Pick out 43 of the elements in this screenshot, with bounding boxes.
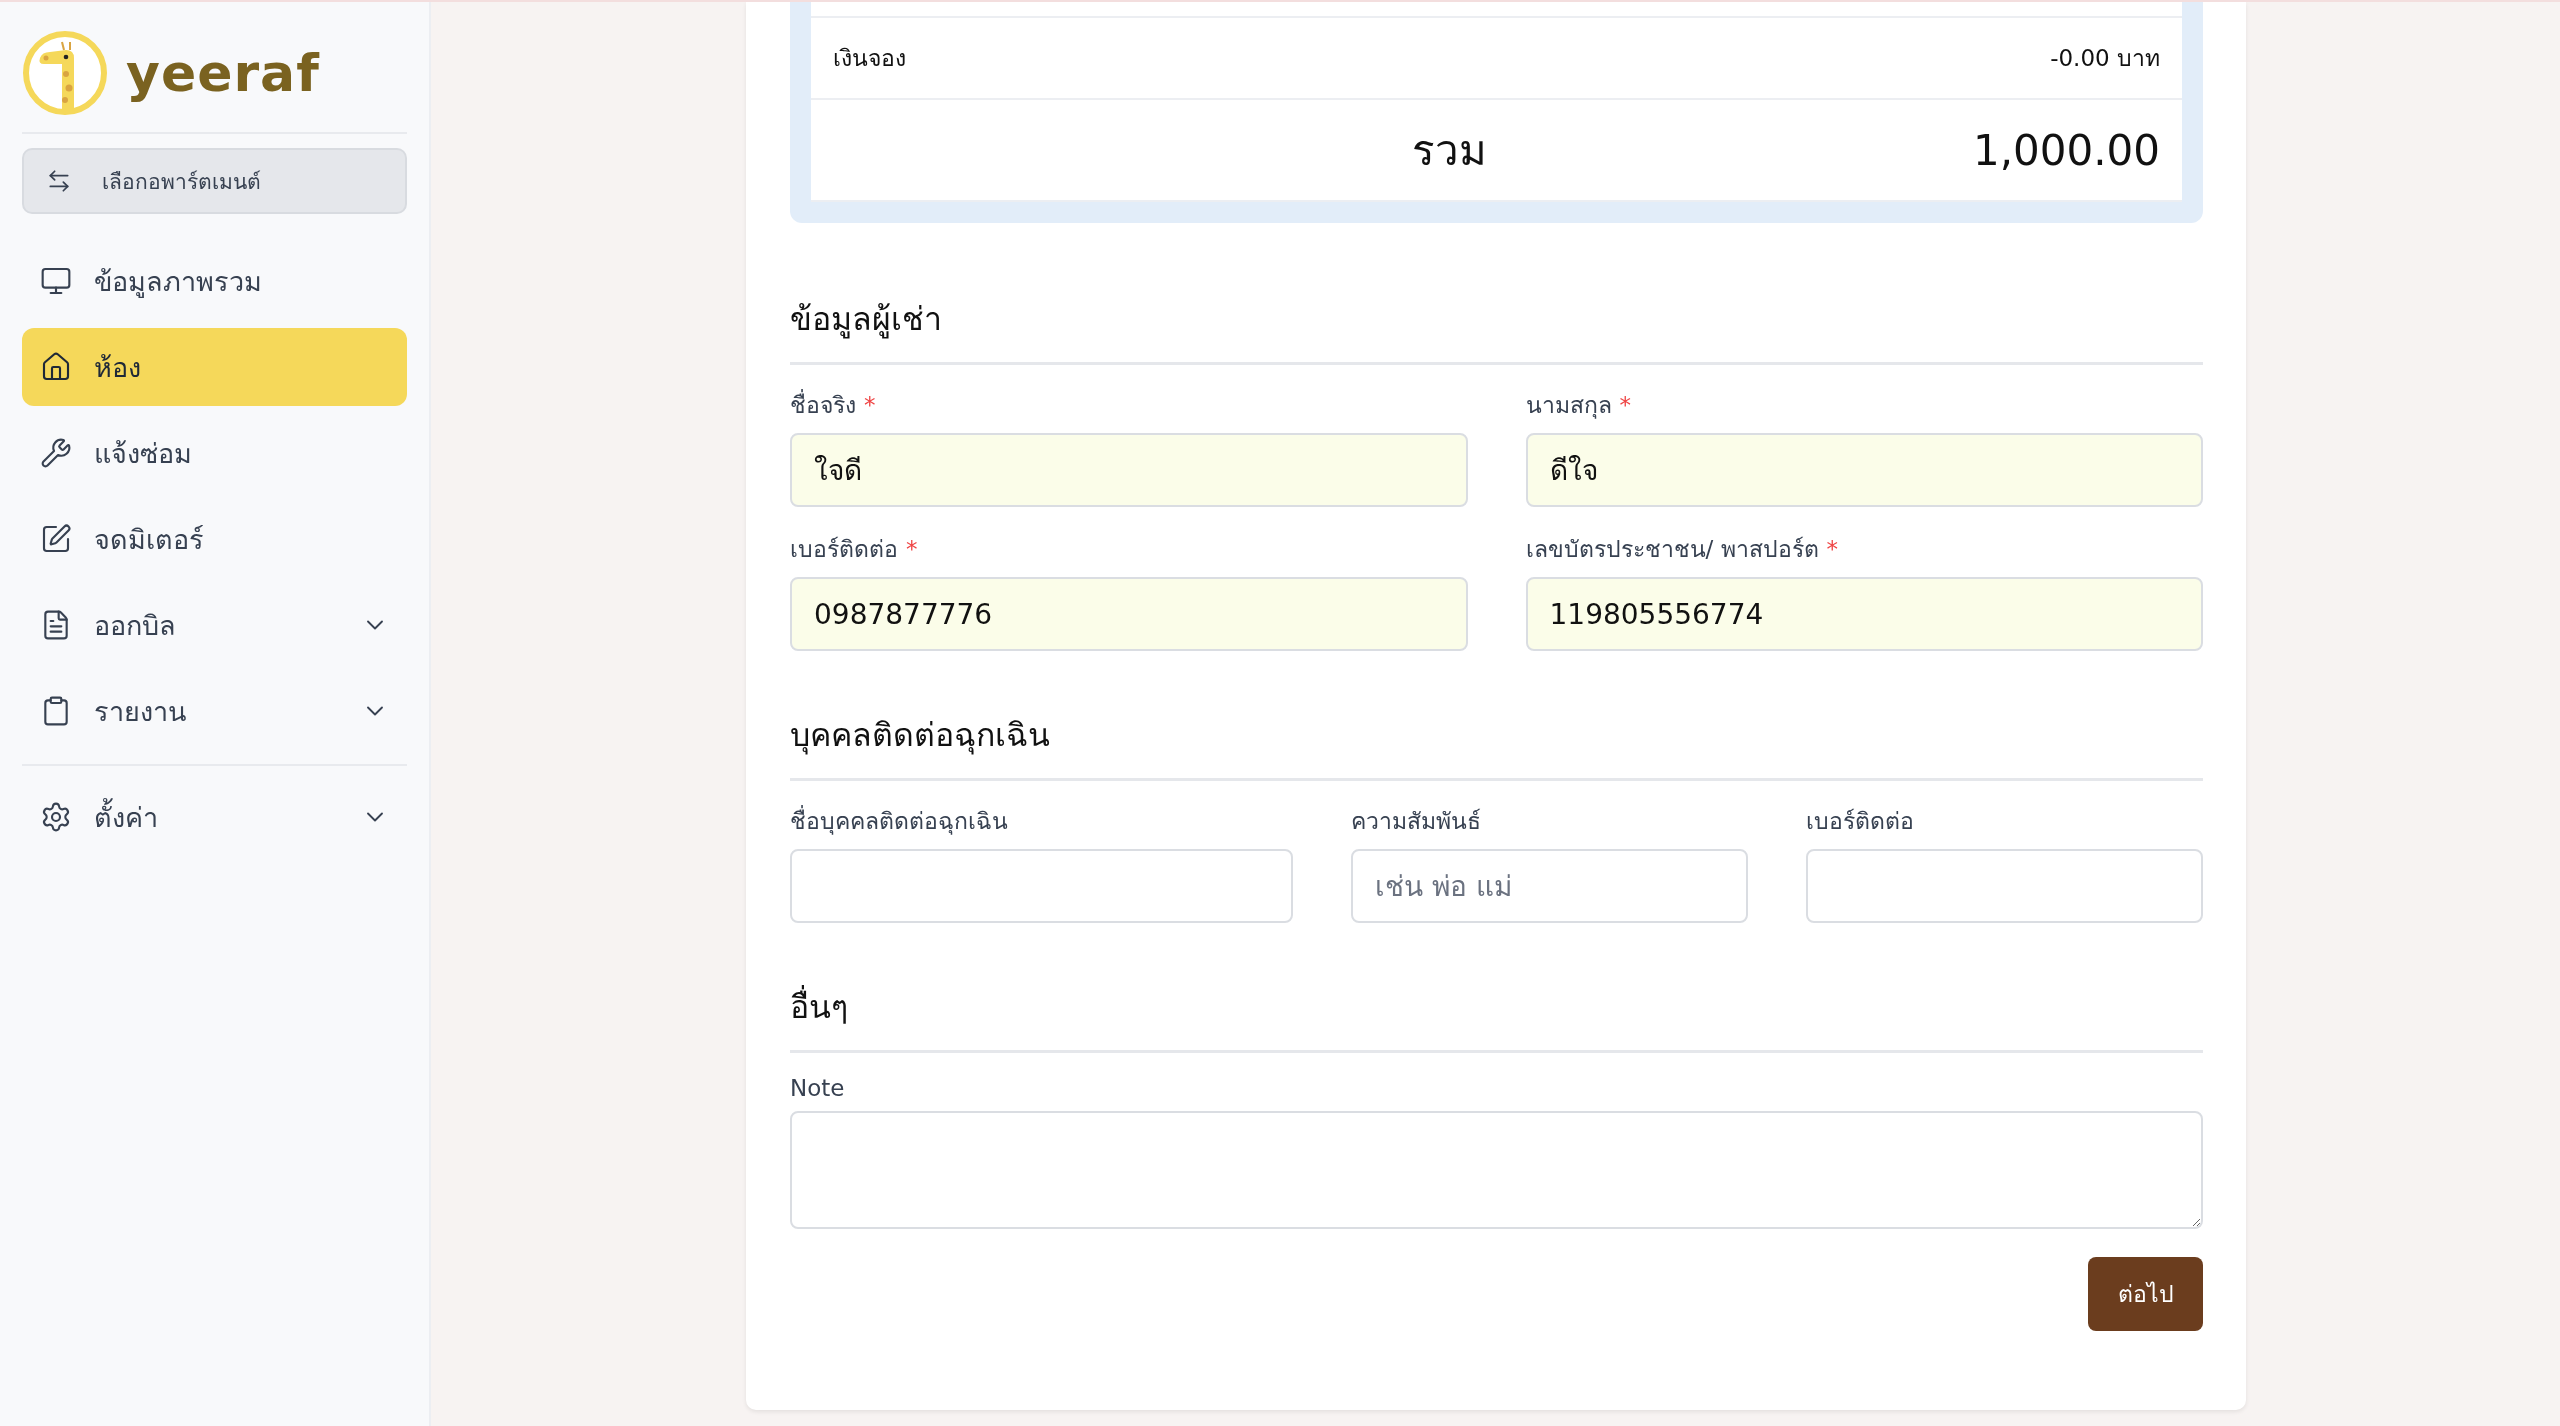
required-asterisk: * [864, 392, 876, 418]
input-field[interactable] [790, 849, 1293, 923]
field-label: เลขบัตรประชาชน/ พาสปอร์ต * [1525, 535, 1840, 564]
sidebar-item[interactable]: ข้อมูลภาพรวม [22, 242, 407, 320]
sidebar-item[interactable]: แจ้งซ่อม [22, 414, 407, 492]
input-field[interactable]: ใจดี [790, 433, 1468, 507]
pencil-square-icon [40, 523, 72, 555]
total-value: 1,000.00 [1972, 125, 2160, 175]
home-icon [40, 351, 72, 383]
summary-label: เงินจอง [833, 44, 906, 73]
input-field[interactable]: 119805556774 [1525, 577, 2203, 651]
field-label: นามสกุล * [1525, 391, 1632, 421]
sidebar-item[interactable]: ออกบิล [22, 586, 407, 664]
input-field[interactable]: 0987877776 [790, 577, 1468, 651]
required-asterisk: * [1826, 536, 1839, 562]
settings-icon [40, 801, 72, 833]
sidebar-item[interactable]: จดมิเตอร์ [22, 500, 407, 578]
section-heading: บุคคลติดต่อฉุกเฉิน [790, 709, 2203, 781]
field-label: เบอร์ติดต่อ * [790, 535, 919, 564]
swap-arrows-icon [46, 168, 72, 194]
field-label: ชื่อบุคคลติดต่อฉุกเฉิน [790, 803, 1293, 839]
wrench-icon [40, 437, 72, 469]
next-button[interactable]: ต่อไป [2088, 1257, 2203, 1331]
input-field[interactable]: ดีใจ [1525, 433, 2203, 507]
sidebar-item[interactable]: รายงาน [22, 672, 407, 750]
note-field[interactable] [790, 1111, 2203, 1229]
section-heading: อื่นๆ [790, 981, 2203, 1053]
total-label: รวม [1411, 125, 1488, 177]
required-asterisk: * [906, 536, 918, 562]
summary-value: -0.00 บาท [2050, 44, 2160, 73]
input-field[interactable] [1806, 849, 2203, 923]
field-label: ชื่อจริง * [790, 387, 1468, 423]
sidebar-item[interactable]: ห้อง [22, 328, 407, 406]
monitor-icon [40, 265, 72, 297]
field-label: Note [790, 1075, 846, 1101]
required-asterisk: * [1619, 392, 1631, 418]
field-label: ความสัมพันธ์ [1351, 807, 1482, 836]
select-apartment-button[interactable]: เลือกอพาร์ตเมนต์ [22, 148, 407, 214]
input-field[interactable]: เช่น พ่อ แม่ [1351, 849, 1748, 923]
section-heading: ข้อมูลผู้เช่า [790, 293, 2203, 365]
sidebar-item[interactable]: ตั้งค่า [22, 778, 407, 856]
field-label: เบอร์ติดต่อ [1806, 807, 1915, 836]
brand-name: yeeraf [126, 43, 320, 103]
